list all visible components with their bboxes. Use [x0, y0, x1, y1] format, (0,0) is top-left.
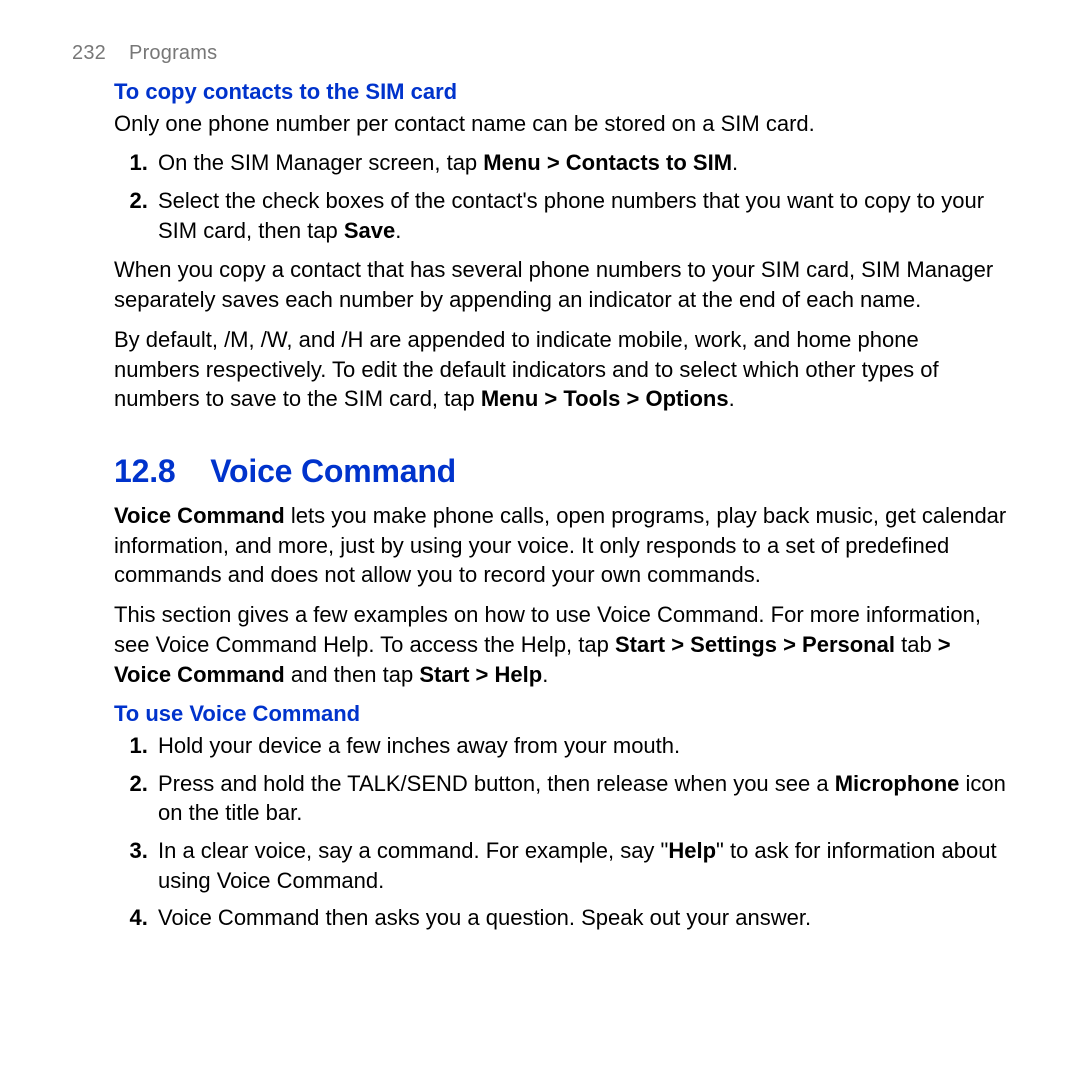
sim-note-2-text: By default, /M, /W, and /H are appended … [114, 327, 939, 411]
voice-intro-1: Voice Command lets you make phone calls,… [114, 501, 1008, 590]
list-item: On the SIM Manager screen, tap Menu > Co… [154, 148, 1008, 178]
subheading-use-voice-command: To use Voice Command [114, 699, 1008, 729]
sim-note-1: When you copy a contact that has several… [114, 255, 1008, 314]
voice-intro-2-text: This section gives a few examples on how… [114, 602, 981, 686]
list-item: Select the check boxes of the contact's … [154, 186, 1008, 245]
step-text: Hold your device a few inches away from … [158, 733, 680, 758]
document-page: 232 Programs To copy contacts to the SIM… [0, 0, 1080, 983]
subheading-copy-contacts: To copy contacts to the SIM card [114, 77, 1008, 107]
voice-intro-1-text: Voice Command lets you make phone calls,… [114, 503, 1006, 587]
sim-intro-text: Only one phone number per contact name c… [114, 109, 1008, 139]
list-item: In a clear voice, say a command. For exa… [154, 836, 1008, 895]
voice-intro-2: This section gives a few examples on how… [114, 600, 1008, 689]
section-heading-voice-command: 12.8 Voice Command [114, 450, 1008, 493]
step-text: In a clear voice, say a command. For exa… [158, 838, 997, 893]
page-header: 232 Programs [72, 40, 1008, 67]
step-text: Voice Command then asks you a question. … [158, 905, 811, 930]
chapter-title: Programs [129, 42, 217, 64]
section-spacer [184, 453, 201, 489]
voice-steps-list: Hold your device a few inches away from … [114, 731, 1008, 933]
step-text: Select the check boxes of the contact's … [158, 188, 984, 243]
sim-note-2: By default, /M, /W, and /H are appended … [114, 325, 1008, 414]
section-number: 12.8 [114, 453, 175, 489]
step-text: On the SIM Manager screen, tap Menu > Co… [158, 150, 738, 175]
step-text: Press and hold the TALK/SEND button, the… [158, 771, 1006, 826]
list-item: Voice Command then asks you a question. … [154, 903, 1008, 933]
list-item: Press and hold the TALK/SEND button, the… [154, 769, 1008, 828]
page-number: 232 [72, 42, 106, 64]
section-title-text: Voice Command [210, 453, 456, 489]
sim-steps-list: On the SIM Manager screen, tap Menu > Co… [114, 148, 1008, 245]
list-item: Hold your device a few inches away from … [154, 731, 1008, 761]
chapter-spacer [112, 42, 124, 64]
